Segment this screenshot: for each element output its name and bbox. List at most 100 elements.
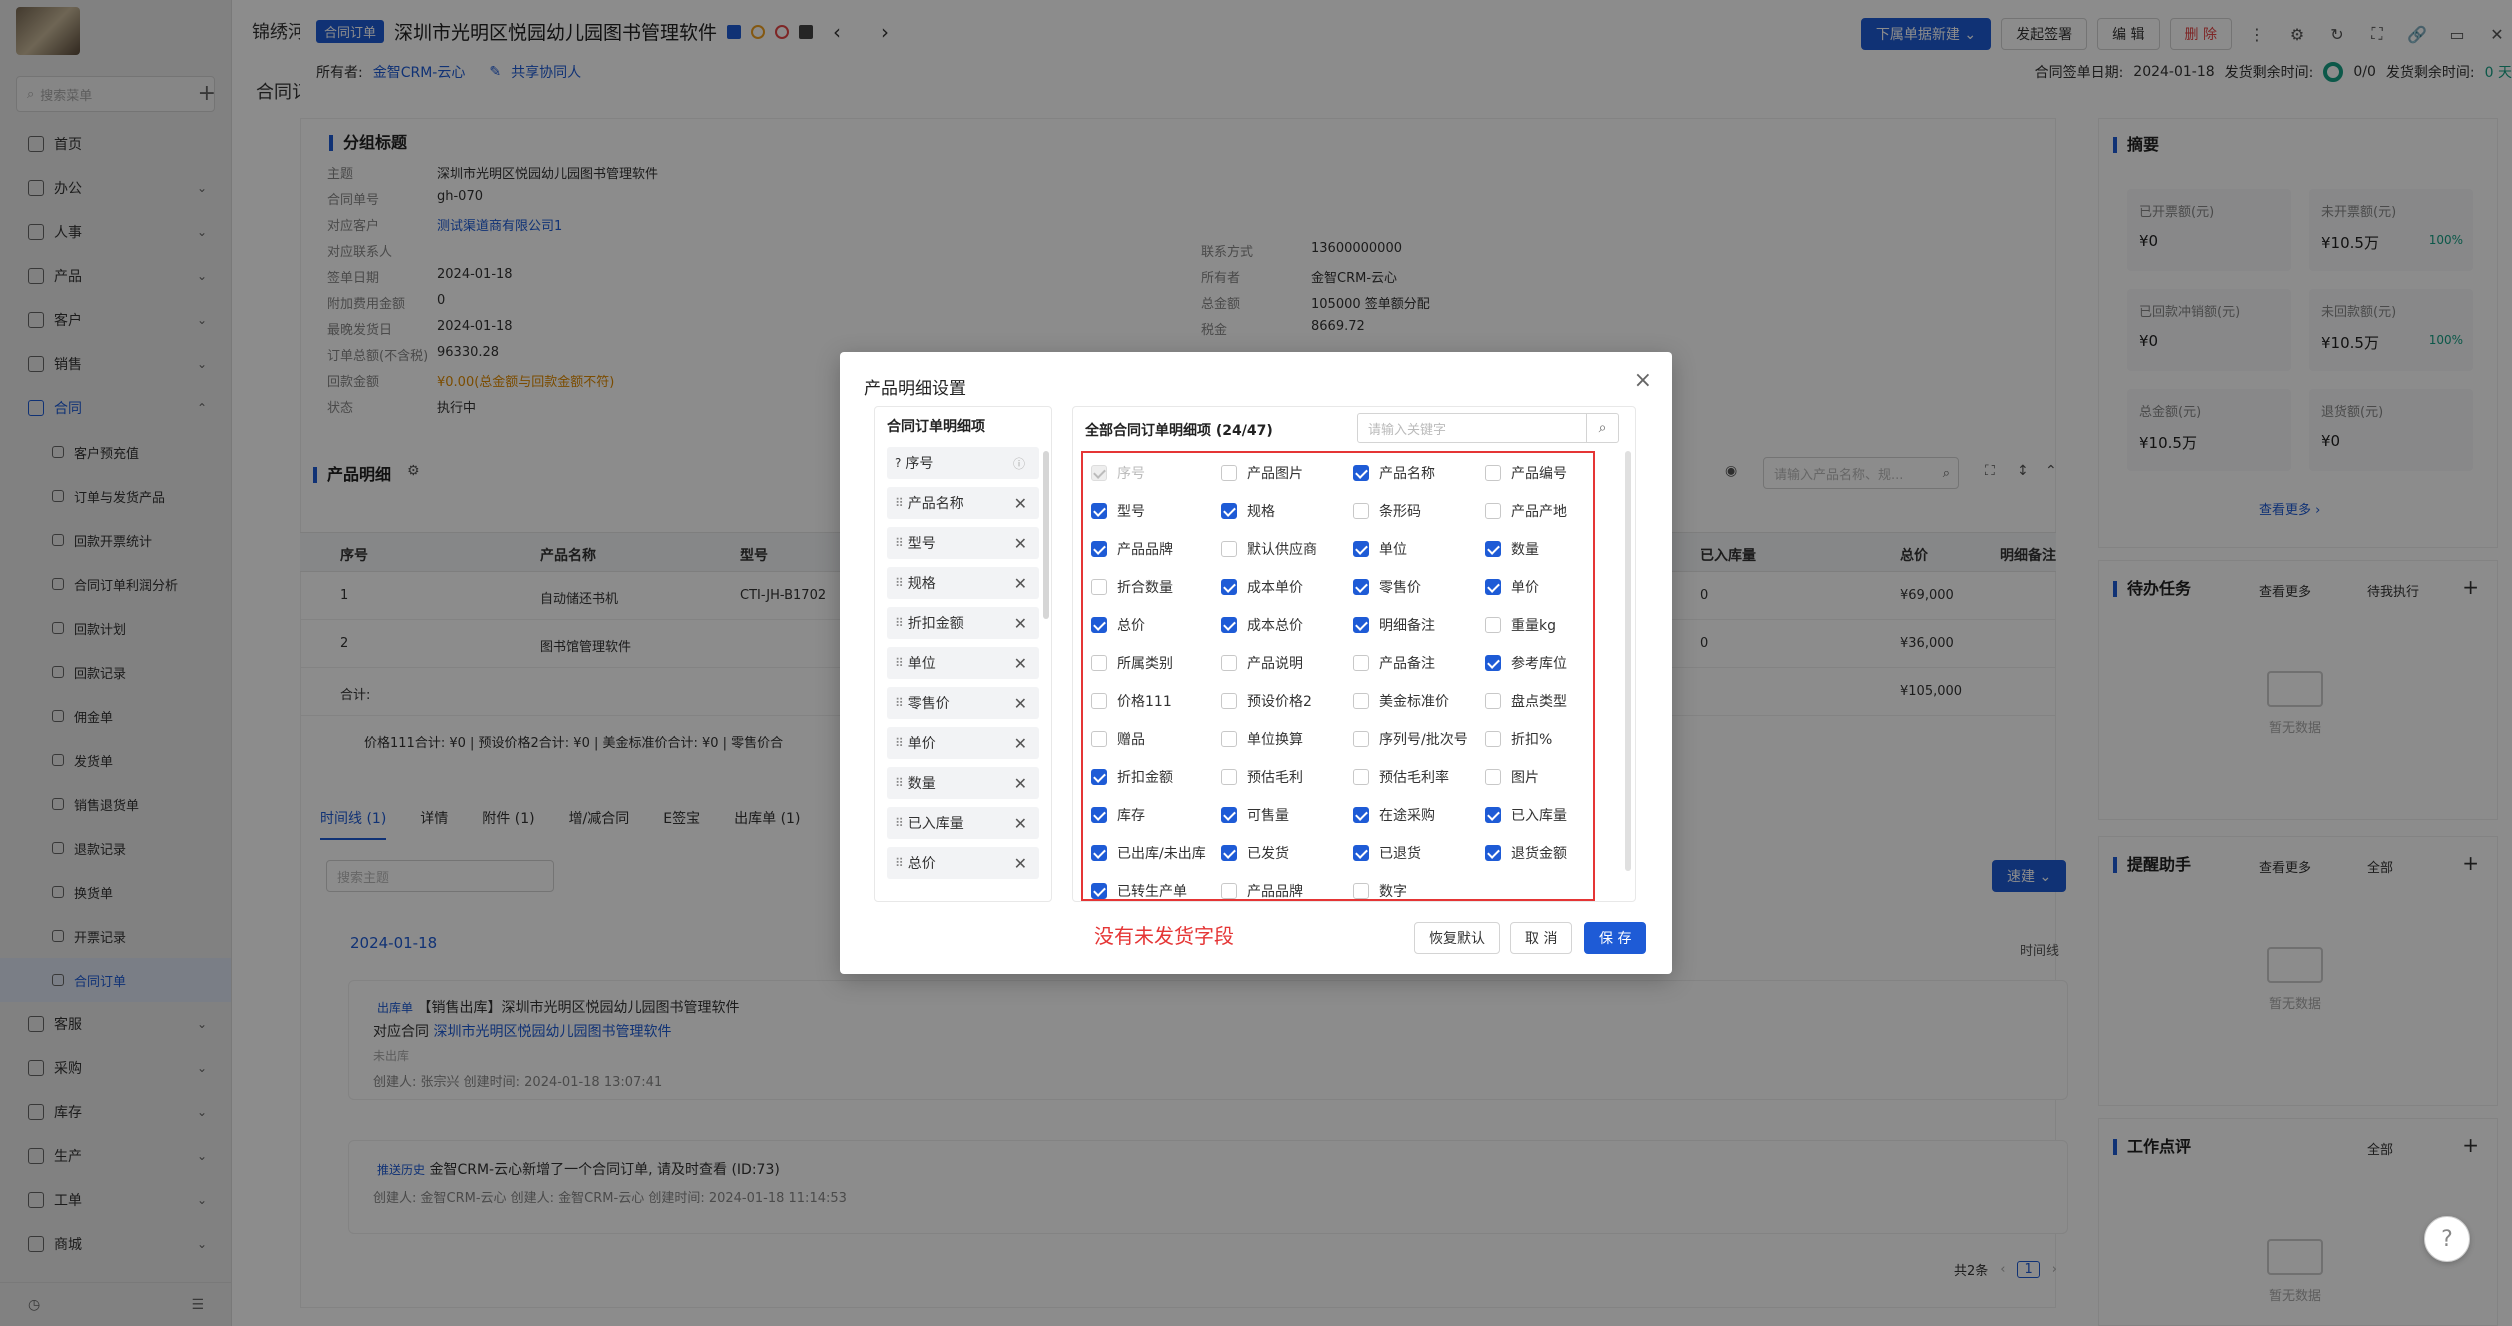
- checkbox[interactable]: [1353, 769, 1369, 785]
- checkbox[interactable]: [1353, 807, 1369, 823]
- field-option[interactable]: 零售价: [1353, 577, 1421, 597]
- scrollbar[interactable]: [1625, 451, 1631, 871]
- field-option[interactable]: 盘点类型: [1485, 691, 1567, 711]
- checkbox[interactable]: [1353, 617, 1369, 633]
- remove-icon[interactable]: ✕: [1014, 854, 1027, 873]
- remove-icon[interactable]: ✕: [1014, 534, 1027, 553]
- field-option[interactable]: 成本单价: [1221, 577, 1303, 597]
- cancel-button[interactable]: 取 消: [1510, 922, 1573, 954]
- checkbox[interactable]: [1353, 883, 1369, 899]
- field-option[interactable]: 单位: [1353, 539, 1407, 559]
- checkbox[interactable]: [1221, 617, 1237, 633]
- field-option[interactable]: 产品备注: [1353, 653, 1435, 673]
- checkbox[interactable]: [1353, 541, 1369, 557]
- field-option[interactable]: 赠品: [1091, 729, 1145, 749]
- field-option[interactable]: 数字: [1353, 881, 1407, 901]
- selected-field-item[interactable]: ⠿ 已入库量 ✕: [887, 807, 1039, 839]
- field-option[interactable]: 预估毛利率: [1353, 767, 1449, 787]
- remove-icon[interactable]: ✕: [1014, 694, 1027, 713]
- checkbox[interactable]: [1485, 731, 1501, 747]
- field-option[interactable]: 预设价格2: [1221, 691, 1312, 711]
- field-option[interactable]: 产品说明: [1221, 653, 1303, 673]
- checkbox[interactable]: [1221, 769, 1237, 785]
- checkbox[interactable]: [1353, 579, 1369, 595]
- drag-handle-icon[interactable]: ⠿: [895, 816, 904, 830]
- checkbox[interactable]: [1091, 541, 1107, 557]
- field-option[interactable]: 产品产地: [1485, 501, 1567, 521]
- checkbox[interactable]: [1353, 693, 1369, 709]
- search-icon[interactable]: ⌕: [1586, 414, 1618, 442]
- checkbox[interactable]: [1091, 769, 1107, 785]
- checkbox[interactable]: [1221, 807, 1237, 823]
- checkbox[interactable]: [1485, 579, 1501, 595]
- remove-icon[interactable]: ✕: [1014, 774, 1027, 793]
- checkbox[interactable]: [1485, 503, 1501, 519]
- selected-field-item[interactable]: ⠿ 折扣金额 ✕: [887, 607, 1039, 639]
- checkbox[interactable]: [1485, 693, 1501, 709]
- remove-icon[interactable]: ✕: [1014, 814, 1027, 833]
- remove-icon[interactable]: ✕: [1014, 654, 1027, 673]
- checkbox[interactable]: [1485, 465, 1501, 481]
- field-option[interactable]: 美金标准价: [1353, 691, 1449, 711]
- drag-handle-icon[interactable]: ⠿: [895, 856, 904, 870]
- field-option[interactable]: 在途采购: [1353, 805, 1435, 825]
- selected-field-item[interactable]: ⠿ 单位 ✕: [887, 647, 1039, 679]
- field-option[interactable]: 产品图片: [1221, 463, 1303, 483]
- checkbox[interactable]: [1221, 845, 1237, 861]
- field-option[interactable]: 已出库/未出库: [1091, 843, 1206, 863]
- checkbox[interactable]: [1091, 617, 1107, 633]
- checkbox[interactable]: [1091, 503, 1107, 519]
- selected-field-item[interactable]: ⠿ 型号 ✕: [887, 527, 1039, 559]
- checkbox[interactable]: [1353, 465, 1369, 481]
- close-icon[interactable]: ×: [1634, 368, 1652, 393]
- checkbox[interactable]: [1221, 465, 1237, 481]
- selected-field-item[interactable]: ⠿ 零售价 ✕: [887, 687, 1039, 719]
- drag-handle-icon[interactable]: ⠿: [895, 656, 904, 670]
- drag-handle-icon[interactable]: ⠿: [895, 536, 904, 550]
- field-option[interactable]: 重量kg: [1485, 615, 1556, 635]
- field-option[interactable]: 产品品牌: [1221, 881, 1303, 901]
- field-option[interactable]: 折合数量: [1091, 577, 1173, 597]
- remove-icon[interactable]: ✕: [1014, 494, 1027, 513]
- checkbox[interactable]: [1485, 845, 1501, 861]
- field-option[interactable]: 序列号/批次号: [1353, 729, 1468, 749]
- field-option[interactable]: 可售量: [1221, 805, 1289, 825]
- checkbox[interactable]: [1353, 655, 1369, 671]
- help-icon[interactable]: ?: [2424, 1216, 2470, 1262]
- field-option[interactable]: 已入库量: [1485, 805, 1567, 825]
- field-option[interactable]: 条形码: [1353, 501, 1421, 521]
- checkbox[interactable]: [1221, 883, 1237, 899]
- scrollbar[interactable]: [1043, 451, 1049, 619]
- checkbox[interactable]: [1353, 845, 1369, 861]
- checkbox[interactable]: [1485, 541, 1501, 557]
- field-option[interactable]: 明细备注: [1353, 615, 1435, 635]
- checkbox[interactable]: [1091, 655, 1107, 671]
- checkbox[interactable]: [1221, 655, 1237, 671]
- drag-handle-icon[interactable]: ⠿: [895, 696, 904, 710]
- field-option[interactable]: 价格111: [1091, 691, 1172, 711]
- remove-icon[interactable]: ✕: [1014, 734, 1027, 753]
- field-option[interactable]: 所属类别: [1091, 653, 1173, 673]
- field-search-input[interactable]: 请输入关键字 ⌕: [1357, 413, 1619, 443]
- checkbox[interactable]: [1221, 693, 1237, 709]
- drag-handle-icon[interactable]: ⠿: [895, 616, 904, 630]
- drag-handle-icon[interactable]: ⠿: [895, 776, 904, 790]
- field-option[interactable]: 产品品牌: [1091, 539, 1173, 559]
- checkbox[interactable]: [1485, 655, 1501, 671]
- checkbox[interactable]: [1353, 731, 1369, 747]
- checkbox[interactable]: [1485, 807, 1501, 823]
- drag-handle-icon[interactable]: ⠿: [895, 736, 904, 750]
- checkbox[interactable]: [1091, 693, 1107, 709]
- selected-field-item[interactable]: ⠿ 产品名称 ✕: [887, 487, 1039, 519]
- checkbox[interactable]: [1221, 731, 1237, 747]
- checkbox[interactable]: [1091, 883, 1107, 899]
- checkbox[interactable]: [1221, 541, 1237, 557]
- field-option[interactable]: 折扣%: [1485, 729, 1552, 749]
- checkbox[interactable]: [1221, 579, 1237, 595]
- field-option[interactable]: 参考库位: [1485, 653, 1567, 673]
- selected-field-item[interactable]: ⠿ 单价 ✕: [887, 727, 1039, 759]
- field-option[interactable]: 预估毛利: [1221, 767, 1303, 787]
- checkbox[interactable]: [1091, 807, 1107, 823]
- field-option[interactable]: 图片: [1485, 767, 1539, 787]
- drag-handle-icon[interactable]: ⠿: [895, 576, 904, 590]
